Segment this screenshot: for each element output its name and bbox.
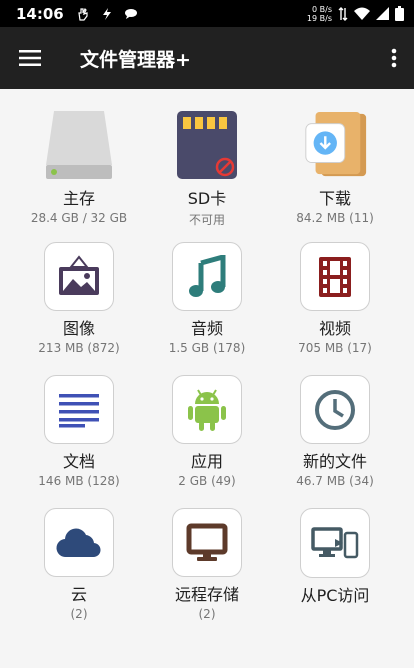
sd-card-icon <box>172 109 242 181</box>
film-icon <box>300 242 370 311</box>
item-label: SD卡 <box>187 189 227 208</box>
grid-item-images[interactable]: 图像 213 MB (872) <box>15 222 143 355</box>
app-title: 文件管理器+ <box>80 48 191 71</box>
signal-icon <box>376 7 389 20</box>
item-label: 音频 <box>190 319 223 338</box>
item-label: 远程存储 <box>174 585 239 604</box>
status-right: 0 B/s 19 B/s <box>307 5 404 23</box>
grid-item-recent-files[interactable]: 新的文件 46.7 MB (34) <box>271 355 399 488</box>
app-bar: 文件管理器+ <box>0 27 414 89</box>
grid-item-pc-access[interactable]: 从PC访问 <box>271 488 399 621</box>
item-label: 视频 <box>318 319 351 338</box>
item-sub: (2) <box>198 607 216 621</box>
item-sub: 146 MB (128) <box>38 474 120 488</box>
chat-bubble-icon <box>124 8 137 19</box>
net-down: 19 B/s <box>306 13 332 23</box>
item-label: 图像 <box>62 319 95 338</box>
picture-icon <box>44 242 114 311</box>
item-sub: 2 GB (49) <box>178 474 236 488</box>
music-note-icon <box>172 242 242 311</box>
monitor-icon <box>172 508 242 577</box>
item-sub: 46.7 MB (34) <box>296 474 374 488</box>
grid-item-sd-card[interactable]: SD卡 不可用 <box>143 89 271 227</box>
item-sub: (2) <box>70 607 88 621</box>
grid-item-video[interactable]: 视频 705 MB (17) <box>271 222 399 355</box>
status-bar: 14:06 0 B/s 19 B/s <box>0 0 414 27</box>
grid-item-cloud[interactable]: 云 (2) <box>15 488 143 621</box>
clock-icon <box>300 375 370 444</box>
battery-icon <box>395 6 404 21</box>
item-label: 新的文件 <box>302 452 367 471</box>
flash-icon <box>102 7 111 20</box>
net-up: 0 B/s <box>312 4 332 14</box>
grid-item-downloads[interactable]: 下载 84.2 MB (11) <box>271 89 399 225</box>
grid-item-main-storage[interactable]: 主存 28.4 GB / 32 GB <box>15 89 143 225</box>
item-label: 从PC访问 <box>300 586 370 605</box>
item-label: 应用 <box>190 452 223 471</box>
grid-item-remote-storage[interactable]: 远程存储 (2) <box>143 488 271 621</box>
more-vert-icon <box>391 48 397 68</box>
pc-phone-icon <box>300 508 370 578</box>
item-label: 云 <box>70 585 87 604</box>
item-label: 主存 <box>62 189 95 208</box>
android-icon <box>172 375 242 444</box>
menu-button[interactable] <box>0 27 60 89</box>
data-arrows-icon <box>338 6 348 21</box>
grid-item-documents[interactable]: 文档 146 MB (128) <box>15 355 143 488</box>
grid-item-audio[interactable]: 音频 1.5 GB (178) <box>143 222 271 355</box>
item-label: 文档 <box>62 452 95 471</box>
net-speed: 0 B/s 19 B/s <box>307 5 332 23</box>
download-folder-icon <box>300 109 370 181</box>
hand-icon <box>78 7 88 21</box>
hamburger-icon <box>19 50 41 66</box>
storage-grid: 主存 28.4 GB / 32 GB SD卡 不可用 下载 84.2 MB (1… <box>0 89 414 621</box>
item-sub: 1.5 GB (178) <box>168 341 246 355</box>
document-lines-icon <box>44 375 114 444</box>
hard-drive-icon <box>44 109 114 181</box>
cloud-icon <box>44 508 114 577</box>
status-time: 14:06 <box>16 4 64 23</box>
item-label: 下载 <box>318 189 351 208</box>
item-sub: 705 MB (17) <box>298 341 372 355</box>
wifi-icon <box>354 7 370 20</box>
more-options-button[interactable] <box>384 45 404 71</box>
grid-item-apps[interactable]: 应用 2 GB (49) <box>143 355 271 488</box>
item-sub: 213 MB (872) <box>38 341 120 355</box>
